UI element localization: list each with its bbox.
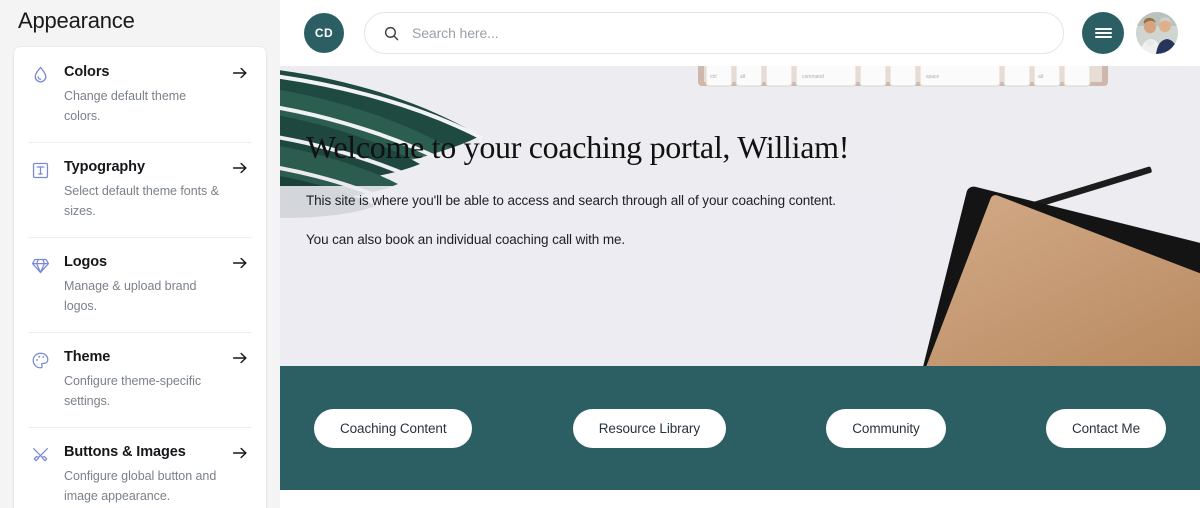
- droplet-icon: [28, 64, 52, 86]
- site-preview: CD Search here... ctrl alt command space…: [280, 0, 1200, 508]
- header-actions: [1082, 12, 1178, 54]
- sidebar-item-typography-body: Typography Select default theme fonts & …: [64, 158, 230, 221]
- svg-text:alt: alt: [740, 74, 746, 80]
- sidebar-item-logos[interactable]: Logos Manage & upload brand logos.: [14, 237, 266, 332]
- search-icon: [383, 25, 400, 42]
- hero-section: ctrl alt command space alt Welcome to yo…: [280, 66, 1200, 366]
- sidebar-item-logos-body: Logos Manage & upload brand logos.: [64, 253, 230, 316]
- sidebar-item-description: Configure theme-specific settings.: [64, 374, 202, 408]
- cta-button-resource-library[interactable]: Resource Library: [572, 408, 726, 448]
- svg-text:space: space: [926, 74, 940, 80]
- hamburger-menu-icon[interactable]: [1082, 12, 1124, 54]
- sidebar-item-buttons-images[interactable]: Buttons & Images Configure global button…: [14, 427, 266, 508]
- typography-icon: [28, 159, 52, 181]
- avatar[interactable]: [1136, 12, 1178, 54]
- appearance-sidebar: Appearance Colors Change default theme c…: [0, 0, 280, 508]
- search-input[interactable]: [412, 25, 1045, 41]
- sidebar-item-buttons-images-body: Buttons & Images Configure global button…: [64, 443, 230, 506]
- page-title: Appearance: [18, 8, 135, 33]
- sidebar-item-description: Configure global button and image appear…: [64, 469, 217, 503]
- brushes-icon: [28, 444, 52, 466]
- arrow-right-icon: [230, 348, 250, 368]
- cta-button-contact-me[interactable]: Contact Me: [1045, 408, 1166, 448]
- sidebar-item-label: Logos: [64, 254, 107, 270]
- hero-content: Welcome to your coaching portal, William…: [306, 128, 1160, 249]
- cta-button-community[interactable]: Community: [826, 408, 946, 448]
- hero-paragraph-2: You can also book an individual coaching…: [306, 232, 626, 247]
- appearance-settings-card: Colors Change default theme colors. Typo…: [14, 47, 266, 508]
- sidebar-item-colors[interactable]: Colors Change default theme colors.: [14, 47, 266, 142]
- sidebar-item-description: Select default theme fonts & sizes.: [64, 184, 219, 218]
- sidebar-item-colors-body: Colors Change default theme colors.: [64, 63, 230, 126]
- sidebar-item-description: Change default theme colors.: [64, 89, 187, 123]
- svg-text:command: command: [802, 74, 824, 80]
- search-bar[interactable]: [364, 12, 1064, 54]
- arrow-right-icon: [230, 443, 250, 463]
- sidebar-item-label: Typography: [64, 159, 145, 175]
- svg-text:ctrl: ctrl: [710, 74, 717, 80]
- cta-button-row: Coaching Content Resource Library Commun…: [314, 408, 1166, 448]
- hero-paragraph-1: This site is where you'll be able to acc…: [306, 193, 836, 208]
- sidebar-item-theme-body: Theme Configure theme-specific settings.: [64, 348, 230, 411]
- sidebar-item-theme[interactable]: Theme Configure theme-specific settings.: [14, 332, 266, 427]
- sidebar-item-typography[interactable]: Typography Select default theme fonts & …: [14, 142, 266, 237]
- cta-button-bar: Coaching Content Resource Library Commun…: [280, 366, 1200, 490]
- hero-title: Welcome to your coaching portal, William…: [306, 129, 850, 165]
- diamond-icon: [28, 254, 52, 276]
- arrow-right-icon: [230, 63, 250, 83]
- sidebar-item-description: Manage & upload brand logos.: [64, 279, 197, 313]
- cta-button-coaching-content[interactable]: Coaching Content: [314, 408, 473, 448]
- site-header: CD: [280, 0, 1200, 66]
- sidebar-item-label: Buttons & Images: [64, 444, 186, 460]
- sidebar-item-label: Colors: [64, 64, 110, 80]
- sidebar-item-label: Theme: [64, 349, 111, 365]
- svg-text:alt: alt: [1038, 74, 1044, 80]
- palette-icon: [28, 349, 52, 371]
- arrow-right-icon: [230, 253, 250, 273]
- arrow-right-icon: [230, 158, 250, 178]
- appearance-settings-screen: Appearance Colors Change default theme c…: [0, 0, 1200, 508]
- brand-logo-badge[interactable]: CD: [304, 13, 344, 53]
- preview-bottom-spacer: [280, 490, 1200, 508]
